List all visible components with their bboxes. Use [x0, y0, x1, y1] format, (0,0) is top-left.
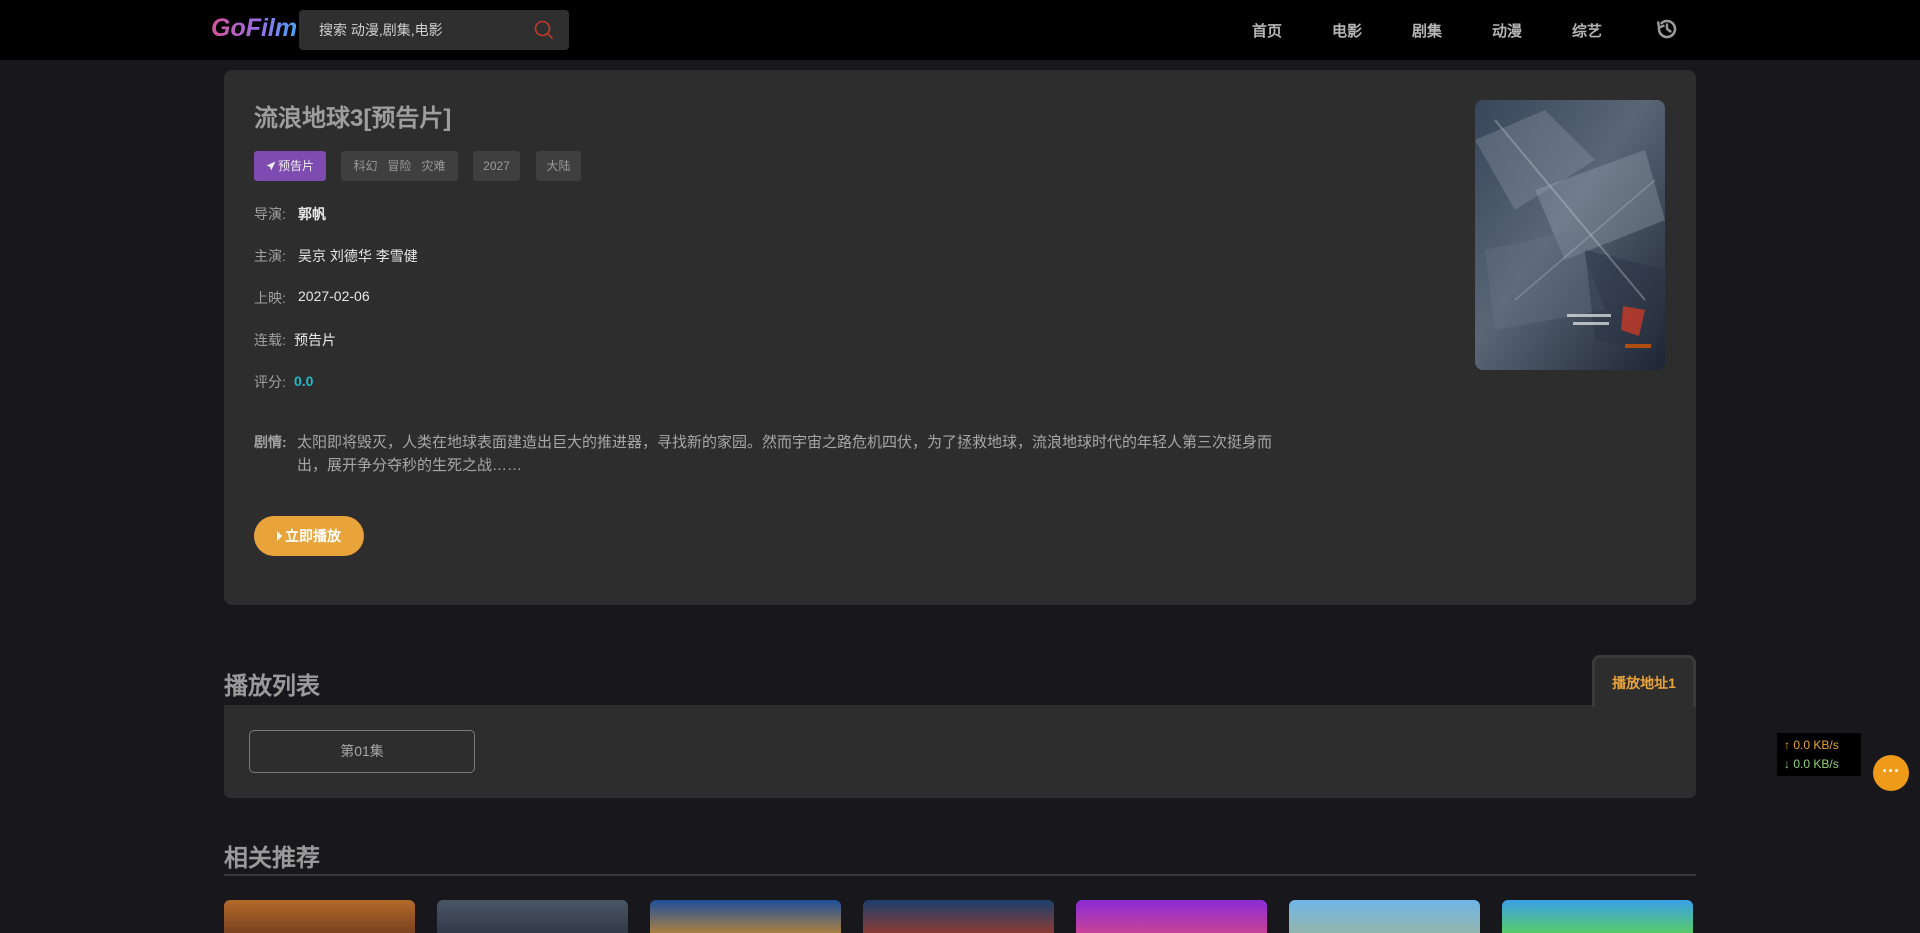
- genre-tag[interactable]: 科幻: [353, 159, 377, 173]
- top-navbar: GoFilm 首页 电影 剧集 动漫 综艺: [0, 0, 1920, 60]
- nav-anime[interactable]: 动漫: [1492, 20, 1522, 41]
- recommend-card[interactable]: [863, 900, 1054, 933]
- nav-movies[interactable]: 电影: [1332, 20, 1362, 41]
- playlist-title: 播放列表: [224, 673, 320, 700]
- status-label: 连载:: [254, 332, 286, 348]
- cast-value: 吴京 刘德华 李雪健: [298, 248, 418, 264]
- upload-speed: ↑ 0.0 KB/s: [1784, 738, 1839, 752]
- director-value: 郭帆: [298, 206, 326, 222]
- genre-tag[interactable]: 灾难: [422, 159, 446, 173]
- send-icon: [266, 161, 276, 171]
- download-speed: ↓ 0.0 KB/s: [1784, 757, 1839, 771]
- nav-series[interactable]: 剧集: [1412, 20, 1442, 41]
- genre-tags: 科幻 冒险 灾难: [341, 151, 458, 181]
- play-icon: [277, 531, 282, 541]
- score-label: 评分:: [254, 374, 286, 390]
- movie-poster: [1475, 100, 1665, 370]
- nav-variety[interactable]: 综艺: [1572, 20, 1602, 41]
- network-speed-widget: ↑ 0.0 KB/s ↓ 0.0 KB/s: [1777, 733, 1861, 776]
- episode-button[interactable]: 第01集: [249, 730, 475, 773]
- search-icon[interactable]: [532, 18, 556, 42]
- year-tag[interactable]: 2027: [473, 151, 520, 181]
- more-options-button[interactable]: ···: [1873, 755, 1909, 791]
- score-value: 0.0: [294, 373, 314, 389]
- region-tag[interactable]: 大陆: [536, 151, 581, 181]
- search-box: [299, 10, 569, 50]
- recommend-card[interactable]: [1502, 900, 1693, 933]
- site-logo[interactable]: GoFilm: [211, 14, 297, 43]
- plot-label: 剧情:: [254, 434, 287, 450]
- director-label: 导演:: [254, 206, 286, 222]
- source-tab-1[interactable]: 播放地址1: [1592, 655, 1696, 707]
- recommend-card[interactable]: [1289, 900, 1480, 933]
- history-icon[interactable]: [1654, 16, 1680, 42]
- release-date: 2027-02-06: [298, 288, 370, 304]
- recommend-title: 相关推荐: [224, 845, 320, 872]
- section-divider: [224, 874, 1696, 876]
- play-now-label: 立即播放: [285, 528, 341, 544]
- plot-summary: 太阳即将毁灭，人类在地球表面建造出巨大的推进器，寻找新的家园。然而宇宙之路危机四…: [297, 434, 1273, 474]
- search-input[interactable]: [299, 10, 529, 50]
- recommend-card[interactable]: [224, 900, 415, 933]
- recommend-card[interactable]: [650, 900, 841, 933]
- trailer-tag[interactable]: 预告片: [254, 151, 326, 181]
- play-now-button[interactable]: 立即播放: [254, 516, 364, 556]
- recommend-card[interactable]: [1076, 900, 1267, 933]
- movie-title: 流浪地球3[预告片]: [254, 105, 452, 132]
- release-label: 上映:: [254, 290, 286, 306]
- nav-home[interactable]: 首页: [1252, 20, 1282, 41]
- genre-tag[interactable]: 冒险: [387, 159, 411, 173]
- status-value: 预告片: [294, 332, 336, 348]
- recommend-card[interactable]: [437, 900, 628, 933]
- trailer-tag-label: 预告片: [277, 159, 314, 173]
- cast-label: 主演:: [254, 248, 286, 264]
